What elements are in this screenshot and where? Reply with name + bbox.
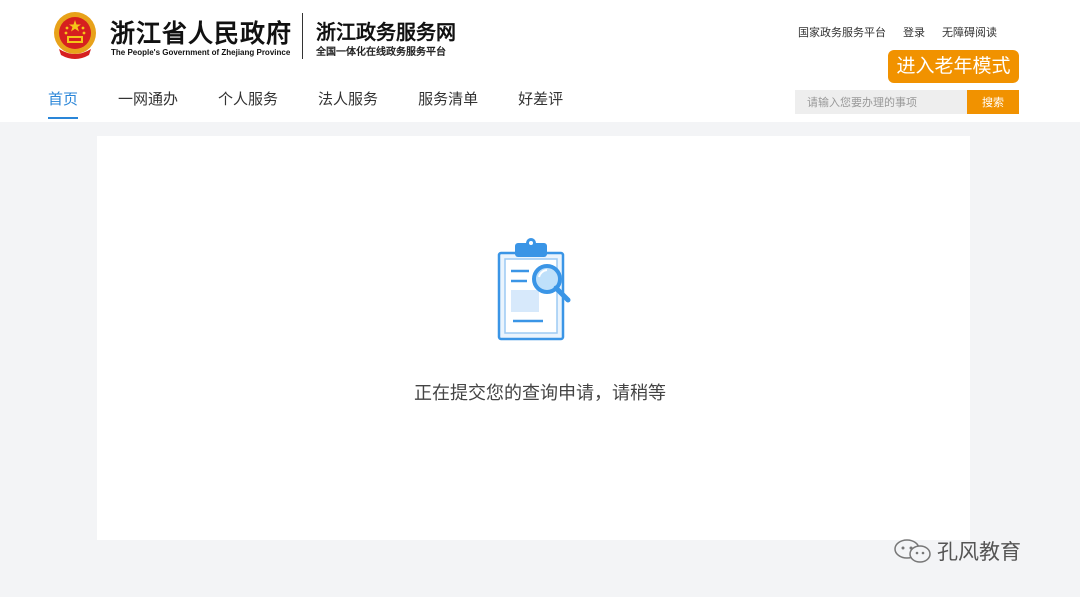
nav-item-personal-services[interactable]: 个人服务 <box>218 88 278 119</box>
nav-item-service-list[interactable]: 服务清单 <box>418 88 478 119</box>
site-header: 浙江省人民政府 The People's Government of Zheji… <box>0 0 1080 122</box>
search-input[interactable] <box>795 90 967 114</box>
watermark-text: 孔风教育 <box>937 540 1021 564</box>
search-button[interactable]: 搜索 <box>967 90 1019 114</box>
elder-mode-button[interactable]: 进入老年模式 <box>888 50 1019 83</box>
logo-divider <box>302 13 303 59</box>
login-link[interactable]: 登录 <box>903 24 925 40</box>
nav-item-home[interactable]: 首页 <box>48 88 79 119</box>
gov-name-en: The People's Government of Zhejiang Prov… <box>111 48 291 57</box>
top-links: 国家政务服务平台 登录 无障碍阅读 <box>798 24 997 40</box>
nav-item-rating[interactable]: 好差评 <box>518 88 563 119</box>
wechat-icon <box>894 539 931 563</box>
watermark: 孔风教育 <box>893 536 1021 566</box>
status-message: 正在提交您的查询申请，请稍等 <box>414 383 666 404</box>
main-nav: 首页 一网通办 个人服务 法人服务 服务清单 好差评 <box>48 88 603 119</box>
nav-item-one-stop[interactable]: 一网通办 <box>118 88 178 119</box>
clipboard-search-icon <box>497 238 571 341</box>
accessibility-link[interactable]: 无障碍阅读 <box>942 24 997 40</box>
site-slogan: 全国一体化在线政务服务平台 <box>316 47 446 58</box>
nav-item-corporate-services[interactable]: 法人服务 <box>318 88 378 119</box>
site-name: 浙江政务服务网 <box>316 20 456 44</box>
national-emblem-icon <box>54 12 96 59</box>
national-platform-link[interactable]: 国家政务服务平台 <box>798 24 886 40</box>
gov-name-cn: 浙江省人民政府 <box>110 19 293 48</box>
